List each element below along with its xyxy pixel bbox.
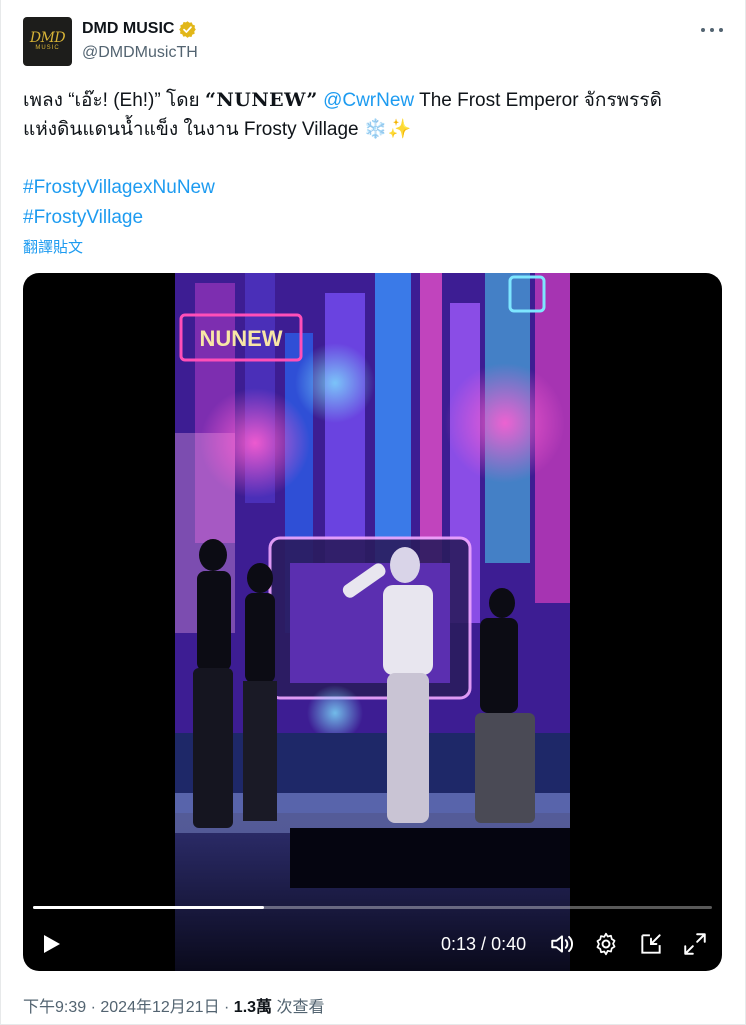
video-controls: 0:13 / 0:40 — [23, 923, 722, 963]
translate-post-link[interactable]: 翻譯貼文 — [23, 236, 83, 257]
tweet-text-suffix: The Frost Emperor จักรพรรดิ — [414, 90, 662, 111]
tweet-text-line-2: แห่งดินแดนน้ำแข็ง ในงาน Frosty Village ❄… — [23, 119, 412, 140]
video-time: 0:13 / 0:40 — [441, 934, 526, 955]
avatar[interactable]: DMD MUSIC — [23, 17, 72, 66]
tweet-card: DMD MUSIC DMD MUSIC @DMDMusicTH เพลง “เอ… — [0, 0, 746, 1025]
hashtag-list: #FrostyVillagexNuNew #FrostyVillage — [23, 173, 215, 233]
tweet-text: เพลง “เอ๊ะ! (Eh!)” โดย “NUNEW” @CwrNew T… — [23, 85, 723, 145]
mention-link[interactable]: @CwrNew — [323, 90, 414, 111]
video-progress-bar[interactable] — [33, 906, 712, 909]
tweet-text-line-1: เพลง “เอ๊ะ! (Eh!)” โดย “NUNEW” @CwrNew T… — [23, 85, 723, 115]
duration: 0:40 — [491, 934, 527, 954]
fullscreen-icon — [684, 933, 706, 955]
settings-button[interactable] — [593, 931, 619, 957]
tweet-artist-quote: “NUNEW” — [204, 89, 318, 111]
views-count: 1.3萬 — [233, 999, 273, 1016]
meta-separator: · — [219, 999, 234, 1016]
play-icon — [44, 935, 60, 953]
author-handle[interactable]: @DMDMusicTH — [82, 44, 198, 62]
avatar-logo-text: DMD — [29, 30, 66, 46]
meta-separator: · — [86, 999, 101, 1016]
tweet-meta: 下午9:39 · 2024年12月21日 · 1.3萬 次查看 — [23, 993, 325, 1017]
fullscreen-button[interactable] — [682, 931, 708, 957]
pip-icon — [641, 934, 661, 954]
tweet-date[interactable]: 2024年12月21日 — [100, 999, 219, 1016]
more-options-icon[interactable] — [701, 20, 723, 40]
hashtag-link[interactable]: #FrostyVillagexNuNew — [23, 173, 215, 203]
gear-icon — [596, 932, 616, 956]
play-button[interactable] — [39, 932, 63, 956]
current-time: 0:13 — [441, 934, 477, 954]
avatar-logo-subtext: MUSIC — [35, 45, 60, 51]
picture-in-picture-button[interactable] — [638, 931, 664, 957]
concert-stage-image: NUNEW — [175, 273, 570, 971]
video-progress-fill — [33, 906, 264, 909]
video-frame: NUNEW — [175, 273, 570, 971]
author-display-name[interactable]: DMD MUSIC — [82, 20, 174, 38]
tweet-time[interactable]: 下午9:39 — [23, 999, 86, 1016]
tweet-text-prefix: เพลง “เอ๊ะ! (Eh!)” โดย — [23, 90, 205, 111]
neon-sign-text: NUNEW — [199, 326, 282, 351]
views-label: 次查看 — [272, 999, 325, 1016]
hashtag-link[interactable]: #FrostyVillage — [23, 203, 215, 233]
video-player[interactable]: NUNEW 0:13 / 0:40 — [23, 273, 722, 971]
time-separator: / — [476, 934, 492, 954]
author-name-row: DMD MUSIC — [82, 19, 197, 39]
volume-button[interactable] — [549, 931, 575, 957]
verified-badge-icon — [178, 20, 197, 39]
volume-icon — [551, 935, 573, 953]
